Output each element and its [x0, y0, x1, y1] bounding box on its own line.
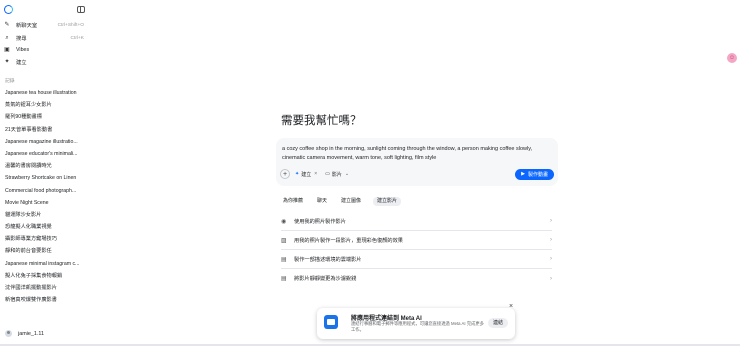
history-item[interactable]: Strawberry Shortcake on Linen — [5, 172, 85, 184]
history-item[interactable]: 新宿真咬爆雙作廣影書 — [5, 294, 85, 306]
play-icon: ▶ — [521, 171, 525, 177]
history-list: Japanese tea house illustration 蒸氣的鈕耳少女影… — [5, 87, 85, 306]
history-item[interactable]: 羅列90種動畫標 — [5, 111, 85, 123]
suggestion-item[interactable]: ▨ 用我的照片製作一段影片，重現彩色復顏的效果 › — [281, 231, 552, 250]
history-item[interactable]: 21天曾單事看影動書 — [5, 124, 85, 136]
prompt-composer[interactable]: a cozy coffee shop in the morning, sunli… — [276, 138, 558, 186]
sidebar: ✎ 新聊天室 Ctrl+Shift+O ⌕ 搜尋 Ctrl+K ▣ Vibes … — [0, 0, 86, 346]
image-icon: ▨ — [281, 237, 287, 244]
video-camera-icon: ▭ — [325, 171, 330, 177]
nav-search-shortcut: Ctrl+K — [70, 35, 84, 41]
nav-search-label: 搜尋 — [16, 36, 27, 42]
history-item[interactable]: 沈伴國洋凱擺動擺影片 — [5, 282, 85, 294]
nav-new-chat-shortcut: Ctrl+Shift+O — [57, 22, 84, 28]
film-icon: ▤ — [281, 276, 287, 282]
suggestion-label: 製作一部描述環境的雲端影片 — [294, 256, 362, 263]
animate-button-label: 製作動畫 — [527, 171, 548, 178]
user-name: jamie_1.11 — [18, 330, 44, 337]
nav-create[interactable]: ✦ 建立 — [4, 57, 84, 67]
chevron-right-icon: › — [550, 275, 552, 282]
history-item[interactable]: Commercial food photograph... — [5, 185, 85, 197]
tab-create-image[interactable]: 建立圖像 — [339, 197, 363, 206]
history-item[interactable]: 蒸氣的鈕耳少女影片 — [5, 99, 85, 111]
nav-new-chat[interactable]: ✎ 新聊天室 Ctrl+Shift+O — [4, 20, 84, 30]
create-icon: ✦ — [4, 59, 10, 65]
suggestion-label: 用我的照片製作一段影片，重現彩色復顏的效果 — [294, 237, 403, 244]
video-mode-dropdown[interactable]: ▭ 影片 ⌄ — [325, 171, 349, 178]
history-section-label: 記錄 — [5, 79, 15, 84]
profile-avatar-icon[interactable]: ☺ — [727, 53, 737, 63]
tab-chat[interactable]: 聊天 — [315, 197, 329, 206]
meta-ai-logo-icon[interactable] — [4, 5, 13, 14]
history-item[interactable]: 攝影師專業方鍵場技巧 — [5, 233, 85, 245]
animate-button[interactable]: ▶ 製作動畫 — [515, 168, 554, 180]
close-icon[interactable]: × — [509, 303, 513, 310]
history-item[interactable]: Japanese magazine illustratio... — [5, 136, 85, 148]
create-mode-label: 建立 — [301, 171, 312, 178]
video-icon: ◉ — [281, 218, 287, 225]
chevron-right-icon: › — [550, 237, 552, 243]
film-icon: ▤ — [281, 256, 287, 263]
history-item[interactable]: 溫馨的書房閱讀時光 — [5, 160, 85, 172]
suggestion-label: 使用我的照片製作影片 — [294, 218, 346, 225]
connect-apps-toast: 將應用程式連結到 Meta AI 連結行事曆和電子郵件等應用程式，可讓您直接透過… — [317, 308, 515, 339]
avatar — [5, 330, 12, 337]
search-icon: ⌕ — [5, 35, 9, 41]
chevron-down-icon: ⌄ — [344, 171, 350, 177]
tab-create-video[interactable]: 建立影片 — [373, 197, 402, 206]
history-item[interactable]: 靜和的前台音要影任 — [5, 245, 85, 257]
vibes-icon: ▣ — [4, 47, 10, 53]
page-title: 需要我幫忙嗎？ — [281, 115, 362, 127]
remove-mode-icon[interactable]: × — [314, 171, 317, 177]
nav-search[interactable]: ⌕ 搜尋 Ctrl+K — [4, 33, 84, 43]
suggestion-label: 將影片靜靜變更為沙濾銳錢 — [294, 276, 357, 282]
composer-toolbar: + ✦ 建立 × ▭ 影片 ⌄ ▶ 製作動畫 — [280, 168, 554, 180]
nav-vibes[interactable]: ▣ Vibes — [4, 45, 84, 55]
prompt-input[interactable]: a cozy coffee shop in the morning, sunli… — [282, 145, 548, 163]
suggestion-item[interactable]: ▤ 將影片靜靜變更為沙濾銳錢 › — [281, 269, 552, 288]
history-item[interactable]: Japanese educator's minimali... — [5, 148, 85, 160]
toast-body: 連結行事曆和電子郵件等應用程式，可讓您直接透過 Meta AI 完成更多工作。 — [351, 321, 484, 332]
apps-icon — [324, 315, 338, 329]
history-item[interactable]: Japanese tea house illustration — [5, 87, 85, 99]
create-icon: ✦ — [295, 171, 300, 177]
compose-icon: ✎ — [4, 22, 10, 28]
sidebar-toggle-icon[interactable] — [77, 6, 85, 13]
nav-vibes-label: Vibes — [16, 47, 30, 53]
user-profile[interactable]: jamie_1.11 — [5, 330, 44, 337]
history-item[interactable]: 貓運隊沙女影片 — [5, 209, 85, 221]
suggestion-item[interactable]: ◉ 使用我的照片製作影片 › — [281, 212, 552, 231]
video-mode-label: 影片 — [331, 171, 342, 178]
chevron-right-icon: › — [550, 218, 552, 224]
tab-recommended[interactable]: 為你推薦 — [281, 197, 305, 206]
history-item[interactable]: 恐龍擬人化職業視覺 — [5, 221, 85, 233]
nav-create-label: 建立 — [16, 60, 27, 66]
chevron-right-icon: › — [550, 256, 552, 262]
connect-button[interactable]: 連結 — [488, 318, 509, 328]
suggestion-item[interactable]: ▤ 製作一部描述環境的雲端影片 › — [281, 250, 552, 269]
history-item[interactable]: 擬人化兔子採集食物報銷 — [5, 270, 85, 282]
suggestion-tabs: 為你推薦 聊天 建立圖像 建立影片 — [281, 197, 411, 206]
nav-new-chat-label: 新聊天室 — [16, 23, 38, 29]
history-item[interactable]: Movie Night Scene — [5, 197, 85, 209]
history-item[interactable]: Japanese minimal instagram c... — [5, 258, 85, 270]
create-mode-chip[interactable]: ✦ 建立 × — [295, 171, 317, 178]
add-attachment-button[interactable]: + — [280, 169, 290, 179]
